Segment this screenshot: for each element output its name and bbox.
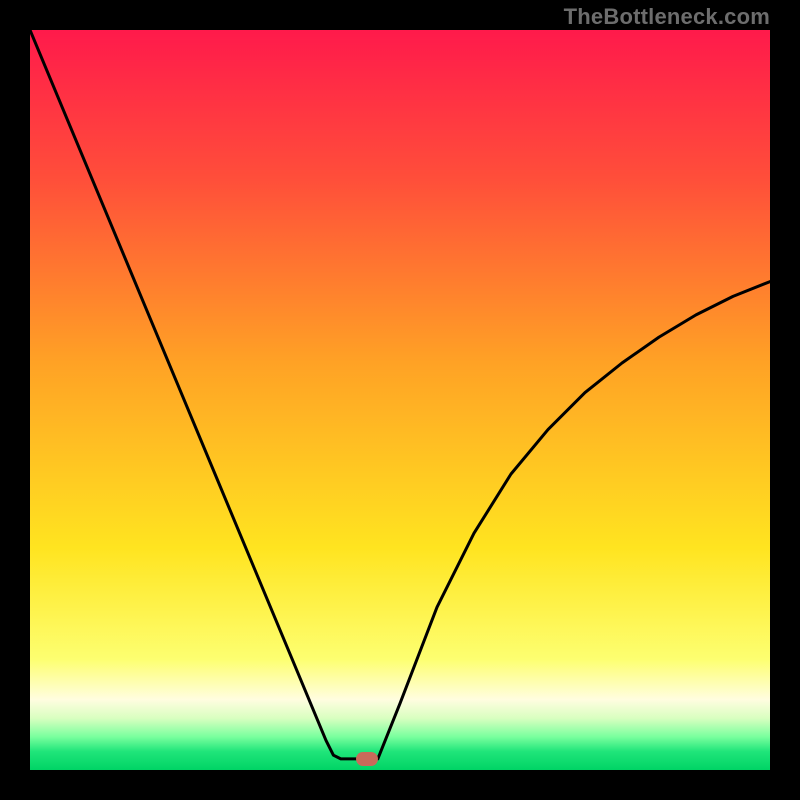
bottleneck-curve xyxy=(30,30,770,770)
optimal-point-marker xyxy=(356,752,378,766)
plot-area xyxy=(30,30,770,770)
watermark-text: TheBottleneck.com xyxy=(564,4,770,30)
chart-frame: TheBottleneck.com xyxy=(0,0,800,800)
